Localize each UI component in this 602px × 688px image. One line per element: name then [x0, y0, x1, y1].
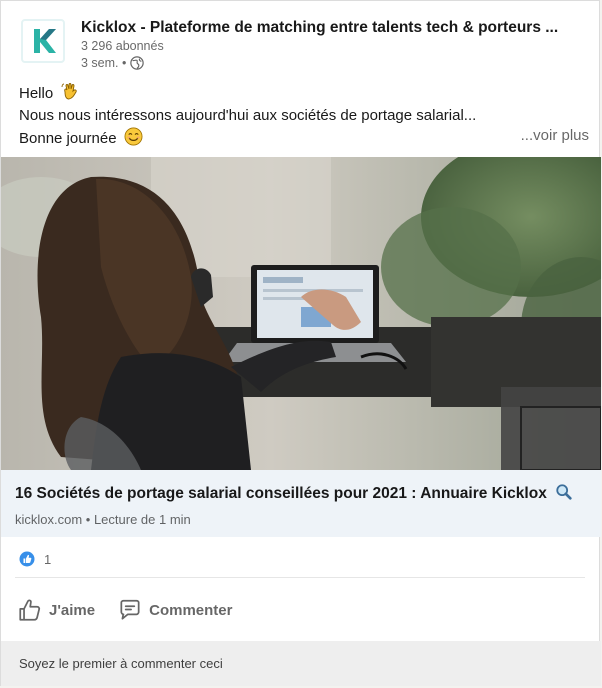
- article-image[interactable]: [1, 157, 601, 470]
- comment-label: Commenter: [149, 601, 233, 619]
- thumbs-up-icon: [19, 599, 41, 621]
- like-icon: [19, 551, 35, 567]
- article-meta: kicklox.com • Lecture de 1 min: [15, 512, 191, 527]
- post-time: 3 sem. •: [81, 56, 145, 70]
- post-header: Kicklox - Plateforme de matching entre t…: [19, 17, 589, 75]
- like-label: J'aime: [49, 601, 96, 619]
- closing-text: Bonne journée: [19, 130, 117, 147]
- article-title-text: 16 Sociétés de portage salarial conseill…: [15, 485, 547, 502]
- smiling-face-icon: [124, 127, 143, 146]
- globe-icon: [130, 56, 145, 70]
- see-more-link[interactable]: ...voir plus: [521, 125, 589, 147]
- kicklox-logo-icon: [25, 23, 61, 59]
- article-link-preview[interactable]: 16 Sociétés de portage salarial conseill…: [1, 470, 601, 537]
- company-logo[interactable]: [21, 19, 65, 63]
- waving-hand-icon: [61, 83, 78, 100]
- post-actions: J'aime Commenter: [15, 593, 234, 627]
- follower-count: 3 296 abonnés: [81, 39, 164, 53]
- comment-button[interactable]: Commenter: [115, 593, 234, 627]
- greeting-text: Hello: [19, 85, 54, 102]
- divider: [15, 577, 585, 578]
- woman-laptop-photo: [1, 157, 601, 470]
- post-text-line-3: Bonne journée: [19, 127, 589, 150]
- article-title[interactable]: 16 Sociétés de portage salarial conseill…: [15, 483, 573, 503]
- post-text: Hello Nous nous intéressons aujourd'hui …: [19, 81, 589, 150]
- reaction-count: 1: [44, 551, 52, 567]
- feed-post-card: Kicklox - Plateforme de matching entre t…: [0, 0, 601, 686]
- comment-prompt[interactable]: Soyez le premier à commenter ceci: [1, 641, 601, 686]
- post-text-line-2: Nous nous intéressons aujourd'hui aux so…: [19, 107, 477, 124]
- comment-icon: [120, 599, 140, 620]
- post-time-text: 3 sem. •: [81, 56, 127, 70]
- author-name[interactable]: Kicklox - Plateforme de matching entre t…: [81, 19, 558, 37]
- reactions-summary[interactable]: 1: [19, 550, 51, 568]
- magnifying-glass-icon: [556, 484, 572, 500]
- post-text-line-1: Hello: [19, 81, 589, 105]
- like-button[interactable]: J'aime: [15, 593, 97, 627]
- comment-prompt-text: Soyez le premier à commenter ceci: [19, 656, 223, 671]
